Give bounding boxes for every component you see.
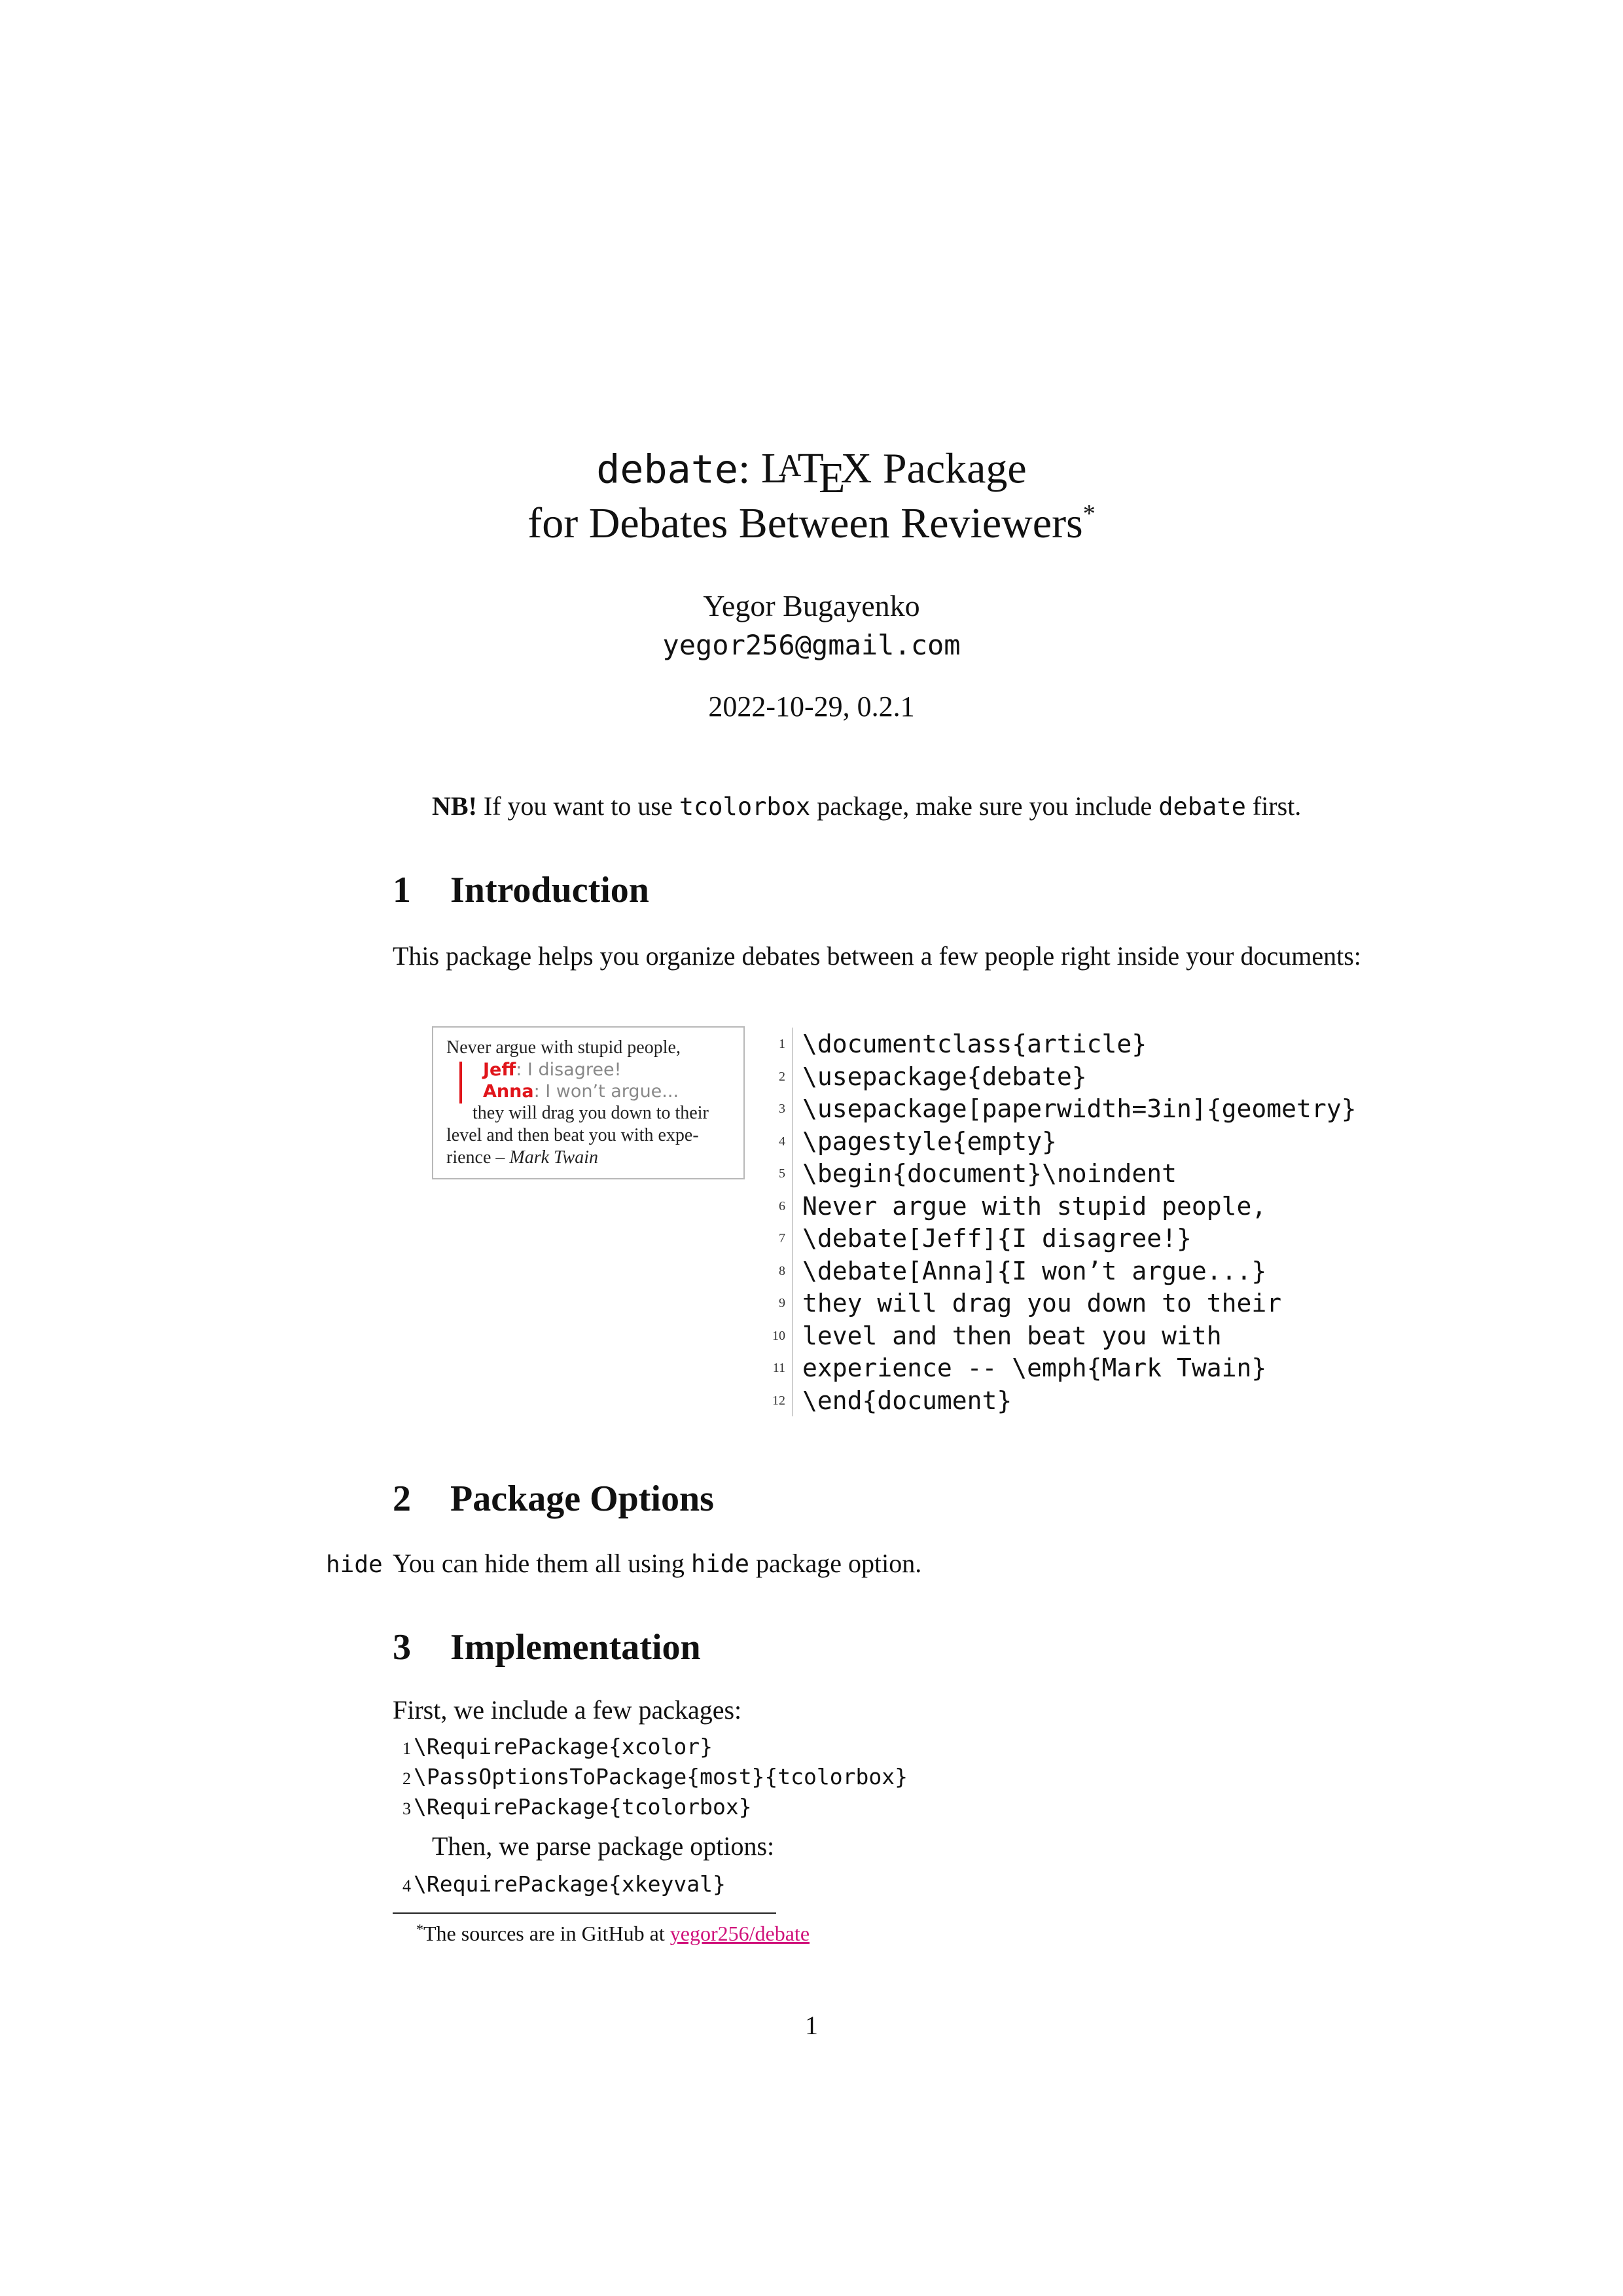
line-number: 2 — [779, 1069, 785, 1084]
title-line-2: for Debates Between Reviewers* — [0, 497, 1623, 550]
debate-entry-anna: Anna: I won’t argue... — [483, 1081, 730, 1102]
example-line-4-text: rience – — [446, 1147, 510, 1168]
impl-code: \PassOptionsToPackage{most}{tcolorbox} — [414, 1764, 908, 1789]
options-text-2: package option. — [749, 1549, 922, 1578]
section-number: 1 — [393, 870, 411, 910]
intro-paragraph: This package helps you organize debates … — [393, 941, 1361, 971]
line-number: 8 — [779, 1263, 785, 1278]
impl-code: \RequirePackage{tcolorbox} — [414, 1794, 752, 1820]
package-name: debate — [596, 446, 738, 493]
debate-author: Jeff — [483, 1060, 516, 1080]
margin-option-label: hide — [326, 1551, 383, 1578]
nb-text-3: first. — [1245, 791, 1302, 821]
section-introduction: 1 Introduction — [393, 867, 649, 913]
listing-code: \debate[Jeff]{I disagree!} — [802, 1224, 1192, 1253]
title-colon: : — [738, 444, 751, 493]
section-number: 3 — [393, 1627, 411, 1668]
latex-x: X — [840, 444, 872, 493]
debate-text: : I won’t argue... — [533, 1081, 679, 1102]
listing-code: level and then beat you with — [802, 1321, 1222, 1350]
nb-text-1: If you want to use — [476, 791, 679, 821]
example-attribution: Mark Twain — [509, 1147, 598, 1168]
footnote-mark: * — [416, 1921, 423, 1937]
debate-thread: Jeff: I disagree! Anna: I won’t argue... — [446, 1059, 730, 1103]
latex-logo: LATEX — [761, 444, 872, 502]
debate-bar — [459, 1062, 462, 1103]
title-subtitle: for Debates Between Reviewers — [527, 499, 1083, 547]
section-number: 2 — [393, 1479, 411, 1519]
options-code-hide: hide — [690, 1550, 750, 1578]
title-line-1: debate: LATEX Package — [0, 440, 1623, 505]
debate-entry-jeff: Jeff: I disagree! — [483, 1059, 730, 1081]
line-number: 7 — [779, 1231, 785, 1246]
line-number: 3 — [402, 1799, 411, 1818]
section-implementation: 3 Implementation — [393, 1624, 701, 1670]
section-title: Package Options — [450, 1479, 714, 1519]
nb-code-debate: debate — [1158, 793, 1246, 821]
author-name: Yegor Bugayenko — [703, 589, 920, 622]
footnote: *The sources are in GitHub at yegor256/d… — [416, 1920, 810, 1946]
nb-text-2: package, make sure you include — [810, 791, 1159, 821]
line-number: 3 — [779, 1102, 785, 1116]
listing-rule — [792, 1028, 793, 1416]
nb-note: NB! If you want to use tcolorbox package… — [432, 790, 1301, 823]
debate-author: Anna — [483, 1081, 534, 1102]
listing-code: \usepackage[paperwidth=3in]{geometry} — [802, 1094, 1357, 1123]
example-line-4: rience – Mark Twain — [446, 1147, 730, 1169]
listing-code: \end{document} — [802, 1386, 1012, 1415]
title-package-word: Package — [872, 444, 1027, 493]
listing-code: experience -- \emph{Mark Twain} — [802, 1354, 1267, 1382]
section-package-options: 2 Package Options — [393, 1476, 714, 1522]
impl-then: Then, we parse package options: — [432, 1831, 775, 1861]
document-date: 2022-10-29, 0.2.1 — [708, 691, 915, 723]
impl-code-line: 3 \RequirePackage{tcolorbox} — [393, 1792, 752, 1822]
line-number: 9 — [779, 1296, 785, 1310]
listing-code: \usepackage{debate} — [802, 1062, 1087, 1091]
impl-intro: First, we include a few packages: — [393, 1695, 742, 1725]
example-line-1: Never argue with stupid people, — [446, 1037, 681, 1058]
impl-code-line: 4 \RequirePackage{xkeyval} — [393, 1869, 726, 1899]
line-number: 11 — [772, 1361, 785, 1375]
listing-code: \pagestyle{empty} — [802, 1126, 1057, 1156]
listing-code: they will drag you down to their — [802, 1289, 1282, 1318]
line-number: 1 — [779, 1037, 785, 1051]
line-number: 10 — [772, 1328, 785, 1343]
footnote-rule — [393, 1912, 776, 1914]
nb-label: NB! — [432, 791, 477, 821]
line-number: 5 — [779, 1166, 785, 1181]
example-line-3: level and then beat you with expe- — [446, 1125, 699, 1145]
page-number: 1 — [805, 2011, 818, 2040]
listing-code: \debate[Anna]{I won’t argue...} — [802, 1256, 1267, 1285]
options-paragraph: You can hide them all using hide package… — [393, 1547, 1361, 1581]
author-email: yegor256@gmail.com — [662, 629, 961, 661]
nb-code-tcolorbox: tcolorbox — [679, 793, 811, 821]
impl-code-line: 2 \PassOptionsToPackage{most}{tcolorbox} — [393, 1762, 908, 1792]
debate-text: : I disagree! — [516, 1060, 622, 1080]
example-output-box: Never argue with stupid people, Jeff: I … — [432, 1026, 745, 1179]
impl-code: \RequirePackage{xcolor} — [414, 1734, 713, 1759]
github-link[interactable]: yegor256/debate — [670, 1922, 810, 1945]
example-line-2: they will drag you down to their — [473, 1103, 709, 1123]
section-title: Introduction — [450, 870, 649, 910]
title-footnote-mark: * — [1082, 500, 1096, 528]
section-title: Implementation — [450, 1627, 701, 1668]
line-number: 4 — [402, 1876, 411, 1895]
line-number: 2 — [402, 1769, 411, 1788]
line-number: 6 — [779, 1198, 785, 1213]
line-number: 4 — [779, 1134, 785, 1149]
footnote-text: The sources are in GitHub at — [423, 1922, 670, 1945]
options-text-1: You can hide them all using — [393, 1549, 691, 1578]
line-number: 12 — [772, 1393, 785, 1408]
line-number: 1 — [402, 1739, 411, 1758]
impl-code-line: 1 \RequirePackage{xcolor} — [393, 1732, 713, 1762]
listing-code: \begin{document}\noindent — [802, 1159, 1177, 1188]
listing-code: Never argue with stupid people, — [802, 1191, 1267, 1221]
impl-code: \RequirePackage{xkeyval} — [414, 1871, 726, 1897]
listing-code: \documentclass{article} — [802, 1030, 1147, 1058]
